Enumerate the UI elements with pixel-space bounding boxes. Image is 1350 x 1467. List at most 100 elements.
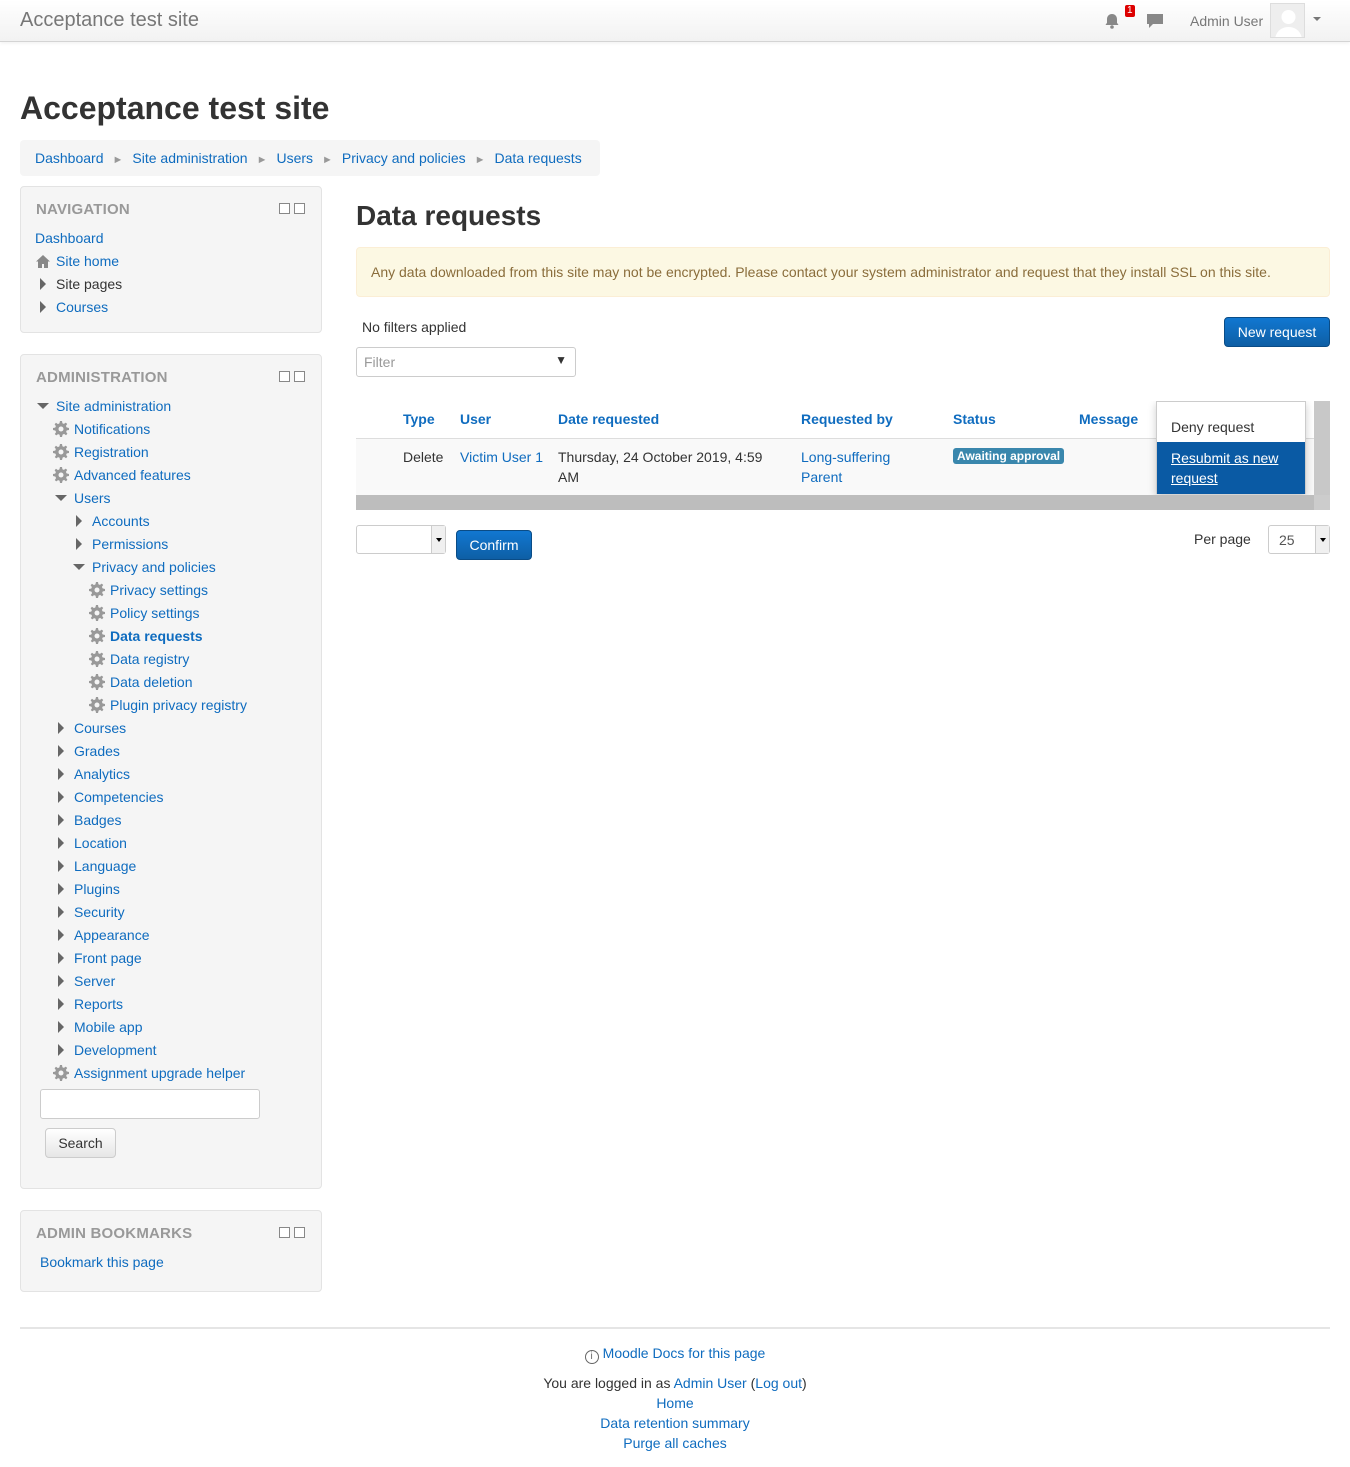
admin-users[interactable]: Users	[53, 488, 111, 508]
cell-date-requested: Thursday, 24 October 2019, 4:59 AM	[558, 449, 763, 485]
admin-category-analytics[interactable]: Analytics	[53, 764, 130, 784]
admin-item-label: Server	[74, 973, 116, 989]
admin-search-input[interactable]	[40, 1089, 260, 1119]
per-page-select[interactable]: 25	[1268, 525, 1330, 554]
breadcrumb-dashboard[interactable]: Dashboard	[35, 150, 104, 166]
gear-icon	[89, 582, 105, 598]
breadcrumb-separator-icon: ►	[112, 154, 124, 166]
admin-category-front-page[interactable]: Front page	[53, 948, 142, 968]
admin-registration[interactable]: Registration	[53, 442, 149, 462]
expand-arrow-icon	[58, 952, 64, 964]
bulk-action-select[interactable]	[356, 525, 446, 554]
expand-arrow-icon	[58, 929, 64, 941]
cell-requested-by-link[interactable]: Long-suffering Parent	[801, 447, 911, 487]
moodle-docs-link[interactable]: Moodle Docs for this page	[603, 1345, 766, 1361]
menu-item-deny-request[interactable]: Deny request	[1157, 417, 1305, 437]
admin-permissions[interactable]: Permissions	[71, 534, 168, 554]
admin-category-mobile-app[interactable]: Mobile app	[53, 1017, 143, 1037]
admin-bookmarks-title: Admin bookmarks	[36, 1225, 193, 1242]
purge-all-caches-link[interactable]: Purge all caches	[623, 1435, 727, 1451]
footer-home-link[interactable]: Home	[656, 1395, 693, 1411]
site-brand-link[interactable]: Acceptance test site	[20, 9, 199, 32]
column-header-user[interactable]: User	[460, 411, 491, 427]
filter-select[interactable]: Filter ▼	[356, 347, 576, 377]
admin-policy-settings[interactable]: Policy settings	[89, 603, 199, 623]
admin-category-development[interactable]: Development	[53, 1040, 157, 1060]
nav-item-dashboard[interactable]: Dashboard	[35, 228, 104, 248]
admin-category-security[interactable]: Security	[53, 902, 125, 922]
admin-item-label: Badges	[74, 812, 122, 828]
minimize-block-icon[interactable]	[279, 203, 290, 214]
admin-data-deletion[interactable]: Data deletion	[89, 672, 193, 692]
admin-notifications[interactable]: Notifications	[53, 419, 150, 439]
expand-arrow-icon	[76, 538, 82, 550]
admin-category-reports[interactable]: Reports	[53, 994, 123, 1014]
messages-icon[interactable]	[1146, 12, 1164, 30]
minimize-block-icon[interactable]	[279, 1227, 290, 1238]
admin-search-button[interactable]: Search	[45, 1128, 116, 1158]
scrollbar-thumb[interactable]	[356, 495, 1314, 510]
collapse-arrow-icon	[37, 403, 49, 409]
expand-arrow-icon	[40, 278, 46, 290]
data-requests-table: Type User Date requested Requested by St…	[356, 401, 1330, 510]
admin-item-label: Privacy and policies	[92, 559, 216, 575]
breadcrumb-privacy-and-policies[interactable]: Privacy and policies	[342, 150, 466, 166]
nav-item-courses[interactable]: Courses	[35, 297, 108, 317]
column-header-status[interactable]: Status	[953, 411, 996, 427]
data-retention-summary-link[interactable]: Data retention summary	[600, 1415, 749, 1431]
admin-accounts[interactable]: Accounts	[71, 511, 150, 531]
table-horizontal-scrollbar[interactable]	[356, 495, 1330, 510]
admin-assignment-upgrade-helper[interactable]: Assignment upgrade helper	[53, 1063, 245, 1083]
minimize-block-icon[interactable]	[279, 371, 290, 382]
dock-block-icon[interactable]	[294, 371, 305, 382]
admin-advanced-features[interactable]: Advanced features	[53, 465, 191, 485]
admin-category-courses[interactable]: Courses	[53, 718, 126, 738]
admin-privacy-and-policies[interactable]: Privacy and policies	[71, 557, 216, 577]
breadcrumb-users[interactable]: Users	[276, 150, 313, 166]
gear-icon	[89, 605, 105, 621]
admin-item-label: Mobile app	[74, 1019, 143, 1035]
admin-item-label: Registration	[74, 444, 149, 460]
logout-link[interactable]: Log out	[755, 1375, 802, 1391]
breadcrumb-site-administration[interactable]: Site administration	[132, 150, 247, 166]
column-header-type[interactable]: Type	[403, 411, 435, 427]
admin-category-server[interactable]: Server	[53, 971, 115, 991]
column-header-date-requested[interactable]: Date requested	[558, 411, 659, 427]
table-vertical-scrollbar[interactable]	[1314, 401, 1330, 495]
admin-plugin-privacy-registry[interactable]: Plugin privacy registry	[89, 695, 247, 715]
admin-category-appearance[interactable]: Appearance	[53, 925, 150, 945]
user-menu-name[interactable]: Admin User	[1190, 13, 1263, 29]
new-request-button[interactable]: New request	[1224, 317, 1330, 347]
confirm-button[interactable]: Confirm	[456, 530, 532, 560]
dock-block-icon[interactable]	[294, 203, 305, 214]
info-icon: i	[584, 1350, 599, 1364]
admin-site-administration[interactable]: Site administration	[35, 396, 171, 416]
menu-item-resubmit-as-new-request[interactable]: Resubmit as new request	[1157, 442, 1305, 494]
notification-count-badge: 1	[1125, 5, 1135, 17]
dock-block-icon[interactable]	[294, 1227, 305, 1238]
admin-category-grades[interactable]: Grades	[53, 741, 120, 761]
column-header-message[interactable]: Message	[1079, 411, 1138, 427]
nav-item-site-pages[interactable]: Site pages	[35, 274, 122, 294]
user-menu-caret-icon[interactable]	[1313, 17, 1321, 21]
notification-bell-icon[interactable]	[1103, 12, 1121, 30]
breadcrumb-data-requests[interactable]: Data requests	[495, 150, 582, 166]
dropdown-arrow-icon	[1315, 526, 1329, 553]
admin-category-badges[interactable]: Badges	[53, 810, 121, 830]
footer-home-line: Home	[0, 1393, 1350, 1413]
admin-category-language[interactable]: Language	[53, 856, 136, 876]
nav-item-site-home[interactable]: Site home	[35, 251, 119, 271]
bookmark-this-page-link[interactable]: Bookmark this page	[40, 1252, 164, 1272]
admin-data-registry[interactable]: Data registry	[89, 649, 189, 669]
admin-privacy-settings[interactable]: Privacy settings	[89, 580, 208, 600]
admin-data-requests-active[interactable]: Data requests	[89, 626, 203, 646]
footer-user-link[interactable]: Admin User	[674, 1375, 747, 1391]
admin-category-plugins[interactable]: Plugins	[53, 879, 120, 899]
site-heading: Acceptance test site	[20, 90, 330, 126]
cell-user-link[interactable]: Victim User 1	[460, 447, 545, 467]
column-header-requested-by[interactable]: Requested by	[801, 411, 893, 427]
admin-category-location[interactable]: Location	[53, 833, 127, 853]
admin-item-label: Security	[74, 904, 125, 920]
avatar[interactable]	[1270, 3, 1305, 38]
admin-category-competencies[interactable]: Competencies	[53, 787, 164, 807]
